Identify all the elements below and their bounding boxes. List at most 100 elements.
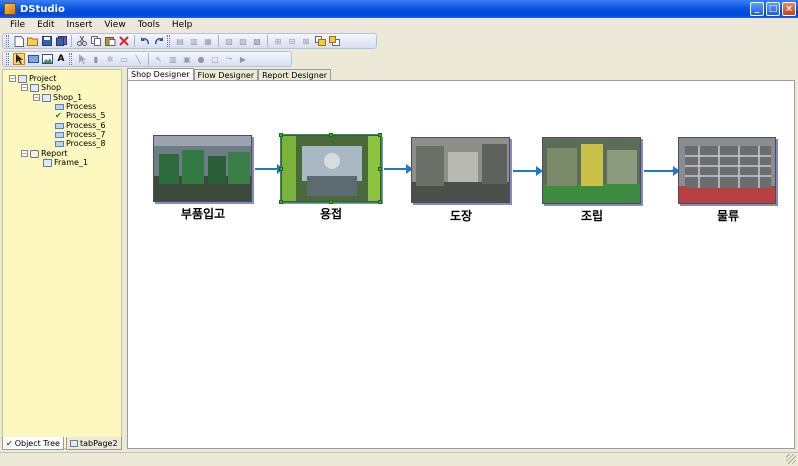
open-folder-icon[interactable] [27, 35, 39, 47]
tree-node-frame-1[interactable]: Frame_1 [43, 158, 88, 167]
tab-flow-designer[interactable]: Flow Designer [193, 69, 259, 80]
tree-node-shop-1[interactable]: − Shop_1 [33, 93, 82, 102]
menu-insert[interactable]: Insert [61, 20, 99, 30]
selection-handle[interactable] [378, 167, 382, 171]
close-button[interactable]: × [782, 2, 796, 16]
toolbar-grip[interactable] [167, 35, 170, 47]
tree-node-process[interactable]: Process [55, 102, 96, 111]
tree-node-process-8[interactable]: Process_8 [55, 139, 105, 148]
selection-handle[interactable] [378, 200, 382, 204]
pointer-tool-icon[interactable] [13, 53, 25, 65]
designer-canvas[interactable]: 부품입고 용접 도장 조립 물류 [127, 80, 795, 449]
title-bar: DStudio _ □ × [0, 0, 798, 18]
align-center-icon[interactable]: ▥ [188, 35, 200, 47]
frame-tool-icon[interactable]: ▢ [209, 53, 221, 65]
menu-edit[interactable]: Edit [31, 20, 60, 30]
collapse-icon[interactable]: − [33, 94, 40, 101]
tab-shop-designer[interactable]: Shop Designer [127, 68, 194, 80]
send-to-back-icon[interactable] [328, 35, 340, 47]
connector-tool-icon[interactable]: ⤳ [223, 53, 235, 65]
same-width-icon[interactable]: ⊞ [272, 35, 284, 47]
machine-tool-icon[interactable]: ▮ [90, 53, 102, 65]
menu-view[interactable]: View [98, 20, 131, 30]
resize-grip-icon[interactable] [786, 454, 796, 464]
tree-node-report[interactable]: − Report [21, 149, 68, 158]
shop-icon [30, 83, 39, 92]
bring-to-front-icon[interactable] [314, 35, 326, 47]
drawing-toolbar: A ▮ ✲ ▭ ╲ ↖ ▥ ▣ ● ▢ ⤳ ▶ [2, 51, 292, 67]
paste-icon[interactable] [104, 35, 116, 47]
tree-node-shop[interactable]: − Shop [21, 83, 61, 92]
collapse-icon[interactable]: − [21, 84, 28, 91]
play-icon[interactable]: ▶ [237, 53, 249, 65]
gauge-tool-icon[interactable]: ● [195, 53, 207, 65]
align-right-icon[interactable]: ▦ [202, 35, 214, 47]
same-height-icon[interactable]: ⊟ [286, 35, 298, 47]
delete-icon[interactable] [118, 35, 130, 47]
cut-icon[interactable] [76, 35, 88, 47]
align-middle-icon[interactable]: ▨ [237, 35, 249, 47]
comment-tool-icon[interactable]: ▣ [181, 53, 193, 65]
tree-label: Shop [41, 83, 62, 92]
process-image-receiving[interactable] [153, 135, 252, 202]
step-label-painting: 도장 [449, 209, 473, 223]
menu-tools[interactable]: Tools [132, 20, 166, 30]
welding-photo [282, 136, 380, 201]
process-image-logistics[interactable] [678, 137, 776, 204]
toolbar-separator [134, 35, 135, 47]
tree-node-project[interactable]: − Project [9, 74, 56, 83]
new-file-icon[interactable] [13, 35, 25, 47]
image-tool-icon[interactable] [41, 53, 53, 65]
tab-report-designer[interactable]: Report Designer [258, 69, 332, 80]
save-icon[interactable] [41, 35, 53, 47]
toolbar-grip[interactable] [69, 53, 72, 65]
save-all-icon[interactable] [55, 35, 67, 47]
toolbar-grip[interactable] [6, 53, 9, 65]
selection-handle[interactable] [279, 133, 283, 137]
toolbar-separator [148, 53, 149, 65]
chart-tool-icon[interactable]: ▥ [167, 53, 179, 65]
checkmark-icon: ✔ [55, 110, 62, 120]
process-image-welding[interactable] [280, 134, 382, 203]
selection-handle[interactable] [279, 200, 283, 204]
redo-icon[interactable] [153, 35, 165, 47]
flow-arrow [644, 166, 680, 176]
tree-node-process-6[interactable]: Process_6 [55, 121, 105, 130]
tab-object-tree[interactable]: ✔ Object Tree [2, 437, 64, 450]
selection-handle[interactable] [279, 167, 283, 171]
process-icon [55, 140, 64, 147]
same-size-icon[interactable]: ⊠ [300, 35, 312, 47]
shop-tool-icon[interactable] [27, 53, 39, 65]
standard-toolbar: ▤ ▥ ▦ ▧ ▨ ▩ ⊞ ⊟ ⊠ [2, 33, 377, 49]
process-icon [55, 131, 64, 138]
undo-icon[interactable] [139, 35, 151, 47]
collapse-icon[interactable]: − [9, 75, 16, 82]
copy-icon[interactable] [90, 35, 102, 47]
step-label-welding: 용접 [319, 207, 343, 221]
left-panel-tabs: ✔ Object Tree tabPage2 [2, 437, 122, 451]
text-tool-icon[interactable]: A [55, 53, 67, 65]
maximize-button[interactable]: □ [766, 2, 780, 16]
select-tool-icon[interactable] [76, 53, 88, 65]
toolbar-grip[interactable] [6, 35, 9, 47]
tree-node-process-5[interactable]: ✔ Process_5 [55, 111, 105, 120]
rect-tool-icon[interactable]: ▭ [118, 53, 130, 65]
selection-handle[interactable] [329, 133, 333, 137]
minimize-button[interactable]: _ [750, 2, 764, 16]
align-left-icon[interactable]: ▤ [174, 35, 186, 47]
selection-handle[interactable] [329, 200, 333, 204]
selection-handle[interactable] [378, 133, 382, 137]
process-image-painting[interactable] [411, 137, 510, 203]
menu-file[interactable]: File [4, 20, 31, 30]
robot-tool-icon[interactable]: ✲ [104, 53, 116, 65]
tab-page-2[interactable]: tabPage2 [65, 437, 122, 450]
flow-arrow [513, 166, 543, 176]
line-tool-icon[interactable]: ╲ [132, 53, 144, 65]
process-image-assembly[interactable] [542, 137, 641, 204]
tree-node-process-7[interactable]: Process_7 [55, 130, 105, 139]
align-bottom-icon[interactable]: ▩ [251, 35, 263, 47]
cursor-tool-icon[interactable]: ↖ [153, 53, 165, 65]
align-top-icon[interactable]: ▧ [223, 35, 235, 47]
menu-help[interactable]: Help [166, 20, 199, 30]
collapse-icon[interactable]: − [21, 150, 28, 157]
